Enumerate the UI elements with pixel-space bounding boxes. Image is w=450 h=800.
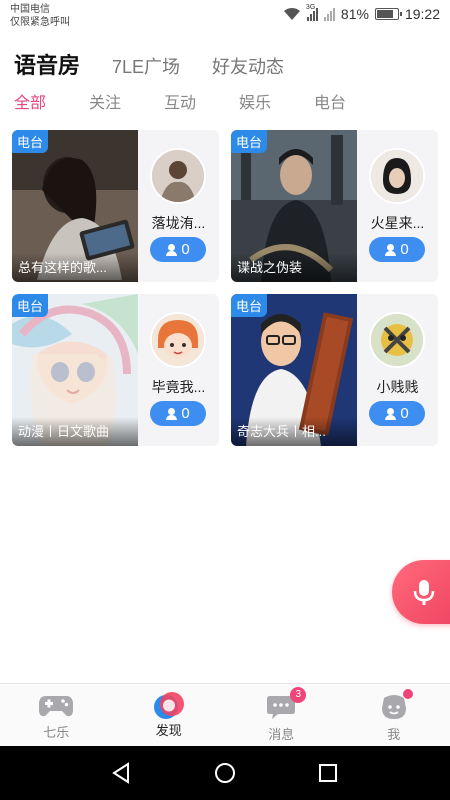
listener-count-pill: 0 (369, 237, 425, 262)
host-avatar[interactable] (369, 312, 425, 368)
top-tab-bar: 语音房 7LE广场 好友动态 (14, 48, 284, 80)
nav-item-discover[interactable]: 发现 (113, 684, 226, 746)
nav-item-me[interactable]: 我 (338, 684, 450, 746)
tab-voice-room[interactable]: 语音房 (14, 48, 80, 80)
room-type-tag: 电台 (231, 130, 268, 153)
clock: 19:22 (404, 6, 440, 22)
listener-count: 0 (181, 241, 190, 258)
person-icon (385, 243, 397, 256)
room-card[interactable]: 电台 谍战之伪装 火星来... 0 (231, 130, 438, 282)
host-avatar[interactable] (150, 148, 206, 204)
room-cover-image: 电台 奇志大兵丨相... (231, 294, 357, 446)
nav-label: 我 (387, 727, 401, 742)
wifi-icon (283, 7, 300, 20)
room-card[interactable]: 电台 总有这样的歌... 落垅洧... 0 (12, 130, 219, 282)
unread-badge: 3 (290, 687, 307, 703)
home-icon (214, 763, 235, 783)
room-title: 谍战之伪装 (231, 253, 357, 282)
person-icon (166, 243, 178, 256)
system-nav-bar (0, 746, 450, 800)
listener-count: 0 (400, 241, 409, 258)
person-icon (166, 407, 178, 420)
room-type-tag: 电台 (12, 294, 49, 317)
microphone-icon (413, 580, 435, 605)
back-button[interactable] (102, 753, 142, 793)
room-cover-image: 电台 动漫丨日文歌曲 (12, 294, 138, 446)
nav-label: 七乐 (43, 725, 70, 740)
listener-count: 0 (400, 405, 409, 422)
host-avatar[interactable] (369, 148, 425, 204)
home-button[interactable] (205, 753, 245, 793)
category-tab-all[interactable]: 全部 (14, 89, 89, 113)
nav-item-messages[interactable]: 3 消息 (225, 684, 338, 746)
person-icon (385, 407, 397, 420)
category-tab-bar: 全部 关注 互动 娱乐 电台 (14, 89, 389, 113)
host-avatar[interactable] (150, 312, 206, 368)
category-tab-entertainment[interactable]: 娱乐 (239, 89, 314, 113)
host-name: 毕竟我... (151, 379, 206, 395)
host-name: 小贱贱 (376, 379, 419, 395)
room-type-tag: 电台 (12, 130, 49, 153)
category-tab-following[interactable]: 关注 (89, 89, 164, 113)
host-name: 火星来... (370, 215, 425, 231)
room-card[interactable]: 电台 奇志大兵丨相... 小贱贱 0 (231, 294, 438, 446)
listener-count-pill: 0 (150, 401, 206, 426)
discover-icon (153, 692, 184, 719)
back-icon (111, 762, 129, 784)
carrier-info: 中国电信 仅限紧急呼叫 (10, 3, 70, 29)
listener-count-pill: 0 (150, 237, 206, 262)
listener-count: 0 (181, 405, 190, 422)
nav-item-qile[interactable]: 七乐 (0, 684, 113, 746)
battery-percent: 81% (340, 6, 369, 22)
gamepad-icon (39, 696, 74, 717)
room-cover-image: 电台 谍战之伪装 (231, 130, 357, 282)
room-type-tag: 电台 (231, 294, 268, 317)
room-grid: 电台 总有这样的歌... 落垅洧... 0 电台 谍战之伪装 火星来... 0 … (12, 130, 438, 446)
room-title: 动漫丨日文歌曲 (12, 417, 138, 446)
recents-button[interactable] (308, 753, 348, 793)
floating-mic-button[interactable] (392, 560, 450, 624)
room-cover-image: 电台 总有这样的歌... (12, 130, 138, 282)
nav-label: 发现 (155, 723, 182, 738)
category-tab-interaction[interactable]: 互动 (164, 89, 239, 113)
tab-7le-square[interactable]: 7LE广场 (112, 53, 180, 79)
recents-icon (319, 764, 338, 782)
room-card[interactable]: 电台 动漫丨日文歌曲 毕竟我... 0 (12, 294, 219, 446)
nav-label: 消息 (268, 727, 295, 742)
bottom-nav: 七乐 发现 3 消息 我 (0, 683, 450, 746)
category-tab-radio[interactable]: 电台 (314, 89, 389, 113)
signal-none-icon (323, 7, 335, 21)
profile-face-icon (381, 695, 406, 719)
room-title: 总有这样的歌... (12, 253, 138, 282)
battery-icon (374, 8, 402, 20)
listener-count-pill: 0 (369, 401, 425, 426)
carrier-name: 中国电信 (10, 4, 50, 15)
host-name: 落垅洧... (151, 215, 206, 231)
status-bar: 中国电信 仅限紧急呼叫 3G 81% 19:22 (0, 0, 450, 34)
emergency-only-text: 仅限紧急呼叫 (10, 17, 70, 28)
network-type: 3G (305, 4, 316, 11)
notification-dot (402, 689, 413, 699)
room-title: 奇志大兵丨相... (231, 417, 357, 446)
tab-friend-feed[interactable]: 好友动态 (212, 53, 284, 79)
